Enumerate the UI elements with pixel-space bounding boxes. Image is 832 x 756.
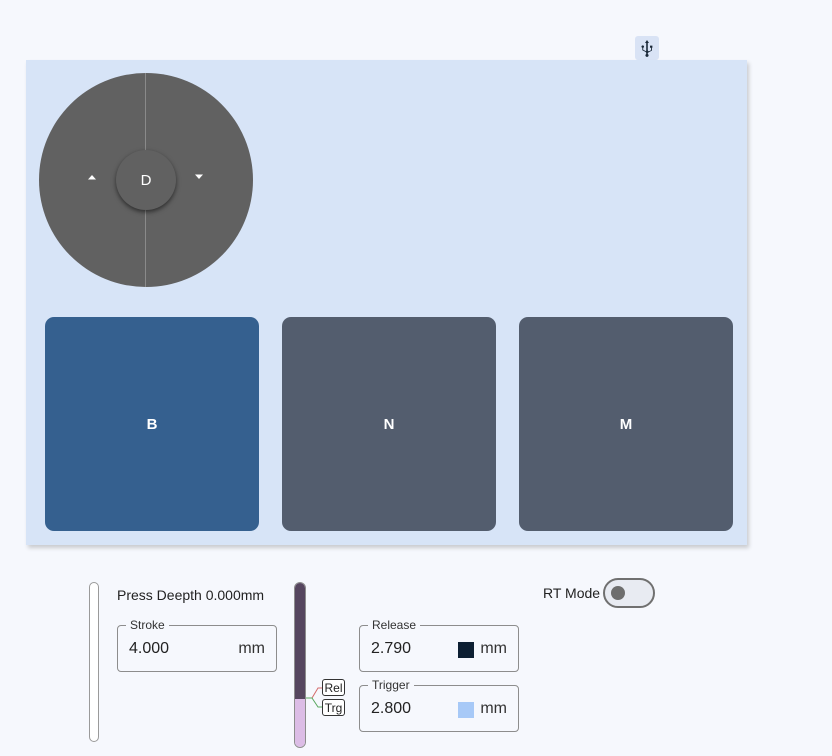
key-label: B (146, 415, 158, 433)
stroke-label: Stroke (126, 618, 169, 632)
trigger-value[interactable]: 2.800 (371, 700, 411, 718)
release-tag: Rel (322, 679, 345, 696)
rt-mode-label: RT Mode (543, 585, 601, 601)
trigger-field[interactable]: Trigger 2.800 mm (359, 678, 519, 732)
key-m[interactable]: M (519, 317, 733, 531)
stroke-value[interactable]: 4.000 (129, 640, 169, 658)
release-unit: mm (480, 640, 507, 657)
caret-up-icon (88, 175, 96, 180)
stroke-field[interactable]: Stroke 4.000 mm (117, 618, 277, 672)
trigger-label: Trigger (368, 678, 414, 692)
meter-trigger-zone (295, 699, 305, 747)
trigger-tag: Trg (322, 699, 345, 716)
rt-mode-toggle[interactable] (603, 578, 655, 608)
dial-center-label: D (140, 171, 152, 189)
key-b[interactable]: B (45, 317, 259, 531)
release-field[interactable]: Release 2.790 mm (359, 618, 519, 672)
caret-down-icon (195, 174, 203, 179)
key-label: M (619, 415, 633, 433)
toggle-knob (611, 586, 625, 600)
press-depth-readout: Press Deepth 0.000mm (117, 587, 265, 603)
rotary-dial[interactable]: D (39, 73, 253, 287)
meter-release-zone (295, 583, 305, 699)
trigger-unit: mm (480, 700, 507, 717)
key-label: N (383, 415, 395, 433)
key-n[interactable]: N (282, 317, 496, 531)
dial-center-key[interactable]: D (116, 150, 176, 210)
release-value[interactable]: 2.790 (371, 640, 411, 658)
release-label: Release (368, 618, 421, 632)
release-color-swatch[interactable] (458, 642, 474, 658)
press-depth-bar (89, 582, 99, 742)
dial-right-button[interactable] (192, 170, 206, 184)
keyboard-panel: D B N M (26, 60, 747, 545)
stroke-unit: mm (238, 640, 265, 657)
usb-icon (641, 40, 653, 57)
dial-left-button[interactable] (85, 170, 99, 184)
actuation-meter[interactable] (294, 582, 306, 748)
usb-status-badge (635, 36, 659, 60)
trigger-color-swatch[interactable] (458, 702, 474, 718)
